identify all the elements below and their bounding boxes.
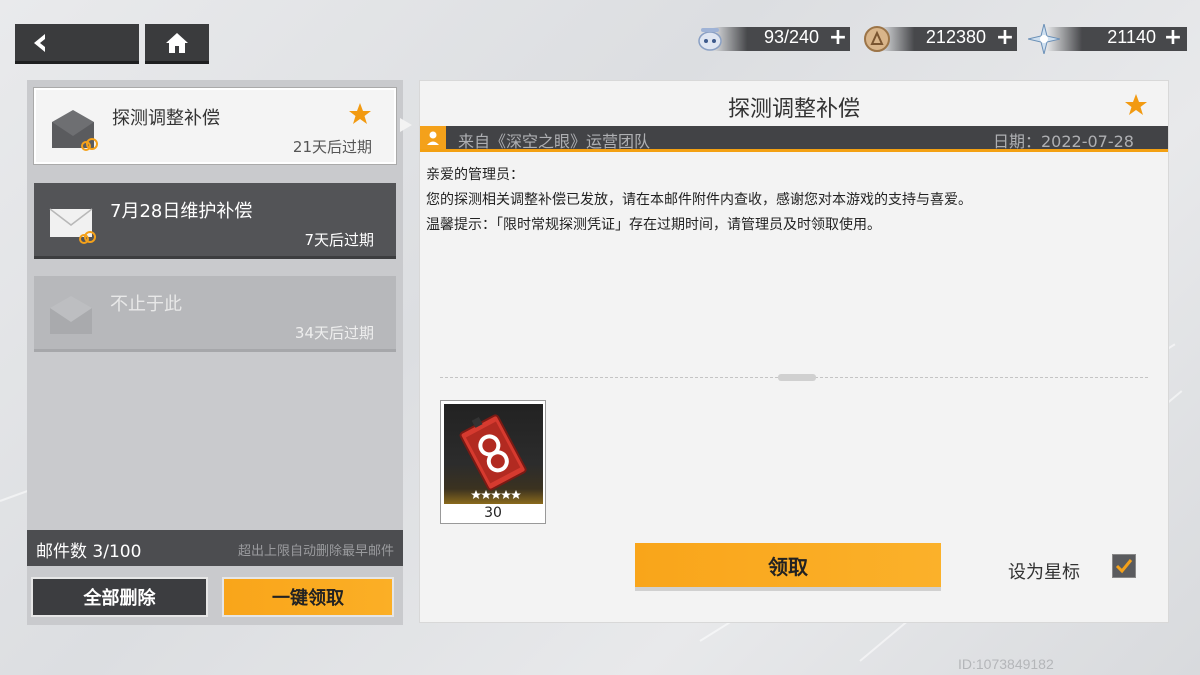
resource-crystal: 21140 + — [1027, 24, 1187, 54]
mail-item[interactable]: 不止于此 34天后过期 — [34, 276, 396, 352]
mail-detail-panel: 探测调整补偿 来自《深空之眼》运营团队 日期：2022-07-28 亲爱的管理员… — [419, 80, 1169, 623]
mail-envelope-icon — [52, 110, 98, 151]
mail-detail-title: 探测调整补偿 — [727, 97, 860, 122]
attachment-quantity: 30 — [484, 505, 502, 521]
resource-drone: 93/240 + — [693, 24, 850, 54]
mail-limit-note: 超出上限自动删除最早邮件 — [237, 544, 394, 559]
home-icon — [166, 32, 188, 53]
mail-body-line: 温馨提示：「限时常规探测凭证」存在过期时间，请管理员及时领取使用。 — [426, 217, 881, 233]
add-drone-button[interactable]: + — [828, 27, 848, 49]
crystal-icon — [1027, 24, 1061, 54]
mail-title: 7月28日维护补偿 — [110, 201, 253, 222]
mail-expiry: 7天后过期 — [304, 231, 374, 249]
crystal-value: 21140 — [1107, 27, 1156, 47]
drone-icon — [693, 24, 727, 54]
mail-body-line: 您的探测相关调整补偿已发放，请在本邮件附件内查收，感谢您对本游戏的支持与喜爱。 — [426, 192, 972, 208]
delete-all-button[interactable]: 全部删除 — [31, 577, 208, 617]
mail-count: 邮件数 3/100 — [36, 542, 142, 562]
mail-date: 日期：2022-07-28 — [993, 132, 1134, 151]
mail-title: 探测调整补偿 — [112, 108, 220, 129]
drone-value: 93/240 — [763, 27, 819, 47]
home-button[interactable] — [145, 24, 209, 64]
add-crystal-button[interactable]: + — [1163, 27, 1183, 49]
user-id: ID:1073849182 — [958, 656, 1054, 672]
resource-coin: 212380 + — [860, 24, 1017, 54]
coin-icon — [860, 24, 894, 54]
back-arrow-icon — [34, 33, 45, 52]
coin-value: 212380 — [925, 27, 986, 47]
set-star-checkbox[interactable] — [1112, 554, 1136, 578]
sender-bar: 来自《深空之眼》运营团队 日期：2022-07-28 — [420, 126, 1168, 152]
mail-envelope-icon — [50, 296, 92, 334]
back-button[interactable] — [15, 24, 139, 64]
mail-envelope-icon — [49, 208, 96, 244]
set-star-label: 设为星标 — [1008, 562, 1080, 583]
sender-icon — [420, 126, 446, 149]
mail-body-line: 亲爱的管理员： — [426, 167, 524, 183]
attachment-item[interactable]: 30 — [440, 400, 546, 524]
selection-pointer — [400, 118, 412, 132]
star-icon — [349, 103, 371, 124]
mail-expiry: 21天后过期 — [292, 138, 372, 156]
star-icon — [1125, 94, 1147, 115]
mail-item-selected[interactable]: 探测调整补偿 21天后过期 — [34, 88, 396, 164]
checkmark-icon — [1115, 559, 1133, 574]
claim-all-button[interactable]: 一键领取 — [222, 577, 394, 617]
mail-expiry: 34天后过期 — [294, 324, 374, 342]
mail-title: 不止于此 — [110, 294, 182, 315]
mail-body: 亲爱的管理员： 您的探测相关调整补偿已发放，请在本邮件附件内查收，感谢您对本游戏… — [426, 163, 972, 238]
mail-item[interactable]: 7月28日维护补偿 7天后过期 — [34, 183, 396, 259]
add-coin-button[interactable]: + — [995, 27, 1015, 49]
probe-voucher-icon — [444, 404, 543, 504]
claim-button[interactable]: 领取 — [635, 543, 941, 591]
mail-count-bar: 邮件数 3/100 超出上限自动删除最早邮件 — [27, 530, 403, 566]
sender-text: 来自《深空之眼》运营团队 — [458, 132, 651, 151]
divider-handle — [778, 374, 816, 381]
